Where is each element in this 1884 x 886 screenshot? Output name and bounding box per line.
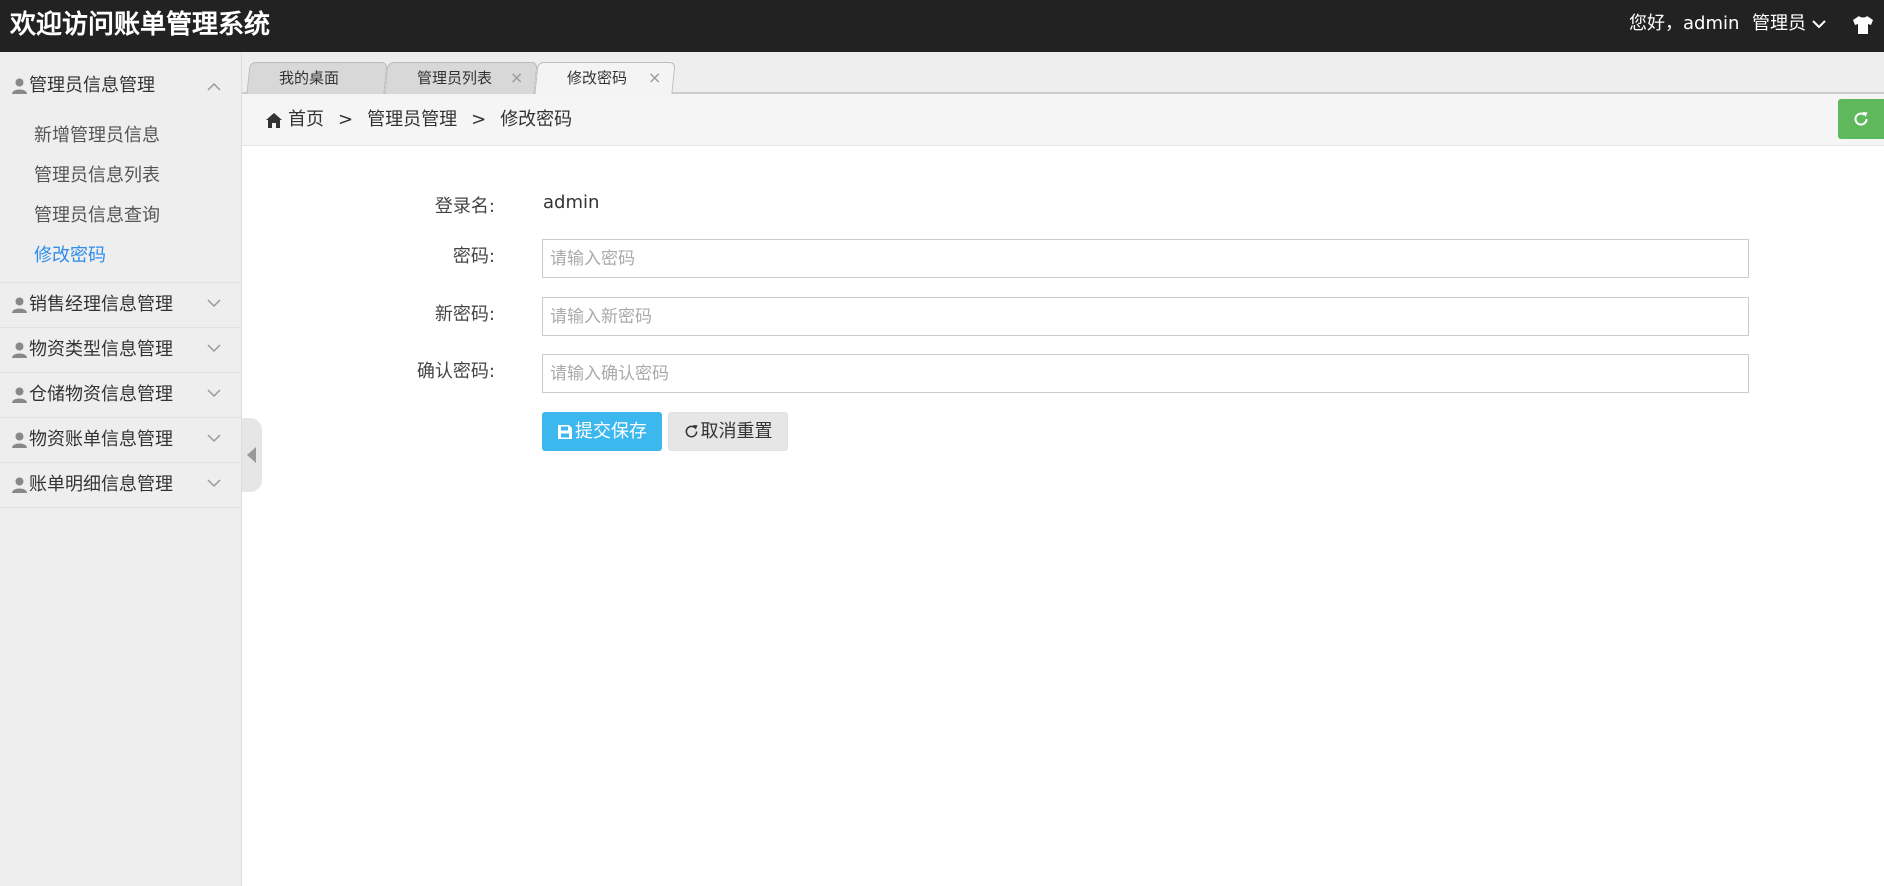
user-icon — [12, 297, 27, 313]
menu-label: 物资账单信息管理 — [29, 429, 173, 450]
breadcrumb-current: 修改密码 — [500, 109, 573, 130]
sidebar-collapse-handle[interactable] — [242, 418, 262, 492]
menu-label: 管理员信息管理 — [29, 75, 155, 96]
menu-head-sales-manager[interactable]: 销售经理信息管理 — [0, 283, 241, 327]
password-label: 密码: — [452, 246, 495, 267]
save-icon — [558, 424, 572, 439]
menu-label: 账单明细信息管理 — [29, 474, 173, 495]
submenu-item-admin-query[interactable]: 管理员信息查询 — [0, 196, 241, 236]
user-icon — [12, 387, 27, 403]
user-icon — [12, 342, 27, 358]
login-name-value: admin — [543, 192, 600, 213]
top-header: 欢迎访问账单管理系统 您好，admin 管理员 — [0, 0, 1884, 52]
user-icon — [12, 78, 27, 94]
cancel-reset-button[interactable]: 取消重置 — [668, 412, 788, 451]
user-icon — [12, 477, 27, 493]
menu-group-storage-material: 仓储物资信息管理 — [0, 373, 241, 418]
tab-bar: 我的桌面 管理员列表 × 修改密码 × — [242, 52, 1884, 95]
menu-label: 销售经理信息管理 — [29, 294, 173, 315]
chevron-down-icon — [207, 299, 221, 308]
tab-desktop[interactable]: 我的桌面 — [246, 62, 388, 94]
tab-close-icon[interactable]: × — [510, 63, 523, 93]
refresh-icon — [1854, 112, 1868, 126]
confirm-password-label: 确认密码: — [416, 361, 495, 382]
submenu-item-change-password[interactable]: 修改密码 — [0, 236, 241, 276]
admin-submenu: 新增管理员信息 管理员信息列表 管理员信息查询 修改密码 — [0, 116, 241, 282]
sidebar: 管理员信息管理 新增管理员信息 管理员信息列表 管理员信息查询 修改密码 销售经… — [0, 52, 242, 886]
cancel-label: 取消重置 — [700, 421, 773, 442]
role-label: 管理员 — [1752, 13, 1806, 34]
menu-label: 物资类型信息管理 — [29, 339, 173, 360]
chevron-down-icon — [207, 434, 221, 443]
menu-group-sales-manager: 销售经理信息管理 — [0, 282, 241, 328]
chevron-down-icon — [207, 479, 221, 488]
chevron-up-icon — [207, 82, 221, 91]
breadcrumb-trail: 首页 > 管理员管理 > 修改密码 — [266, 108, 572, 132]
menu-group-material-type: 物资类型信息管理 — [0, 328, 241, 373]
password-input[interactable] — [542, 239, 1749, 278]
breadcrumb-separator: > — [338, 109, 354, 130]
chevron-down-icon — [1812, 19, 1826, 28]
refresh-button[interactable] — [1838, 99, 1884, 139]
breadcrumb-home[interactable]: 首页 — [288, 108, 324, 132]
breadcrumb: 首页 > 管理员管理 > 修改密码 — [242, 94, 1884, 146]
submenu-item-admin-list[interactable]: 管理员信息列表 — [0, 156, 241, 196]
menu-head-material-type[interactable]: 物资类型信息管理 — [0, 328, 241, 372]
menu-head-storage-material[interactable]: 仓储物资信息管理 — [0, 373, 241, 417]
submit-label: 提交保存 — [575, 421, 647, 442]
tab-change-password[interactable]: 修改密码 × — [534, 62, 676, 95]
menu-group-admin: 管理员信息管理 新增管理员信息 管理员信息列表 管理员信息查询 修改密码 — [0, 52, 241, 282]
chevron-down-icon — [207, 344, 221, 353]
menu-label: 仓储物资信息管理 — [29, 384, 173, 405]
chevron-down-icon — [207, 389, 221, 398]
confirm-password-input[interactable] — [542, 354, 1749, 393]
menu-group-material-bill: 物资账单信息管理 — [0, 418, 241, 463]
tab-label: 我的桌面 — [279, 69, 340, 87]
caret-left-icon — [247, 447, 256, 463]
home-icon — [266, 112, 282, 128]
submenu-item-add-admin[interactable]: 新增管理员信息 — [0, 116, 241, 156]
app-title: 欢迎访问账单管理系统 — [10, 10, 271, 40]
refresh-icon — [685, 424, 698, 438]
login-name-label: 登录名: — [434, 196, 495, 217]
breadcrumb-separator: > — [471, 109, 487, 130]
menu-head-bill-detail[interactable]: 账单明细信息管理 — [0, 463, 241, 507]
user-greeting: 您好，admin — [1629, 13, 1740, 34]
tshirt-icon[interactable] — [1852, 15, 1874, 35]
breadcrumb-item[interactable]: 管理员管理 — [367, 108, 457, 132]
tab-close-icon[interactable]: × — [648, 63, 661, 93]
new-password-label: 新密码: — [434, 304, 495, 325]
menu-head-admin[interactable]: 管理员信息管理 — [0, 52, 241, 120]
submit-save-button[interactable]: 提交保存 — [542, 412, 662, 451]
menu-head-material-bill[interactable]: 物资账单信息管理 — [0, 418, 241, 462]
tab-admin-list[interactable]: 管理员列表 × — [384, 62, 538, 94]
new-password-input[interactable] — [542, 297, 1749, 336]
user-icon — [12, 432, 27, 448]
menu-group-bill-detail: 账单明细信息管理 — [0, 463, 241, 508]
role-dropdown[interactable]: 管理员 — [1752, 12, 1826, 36]
